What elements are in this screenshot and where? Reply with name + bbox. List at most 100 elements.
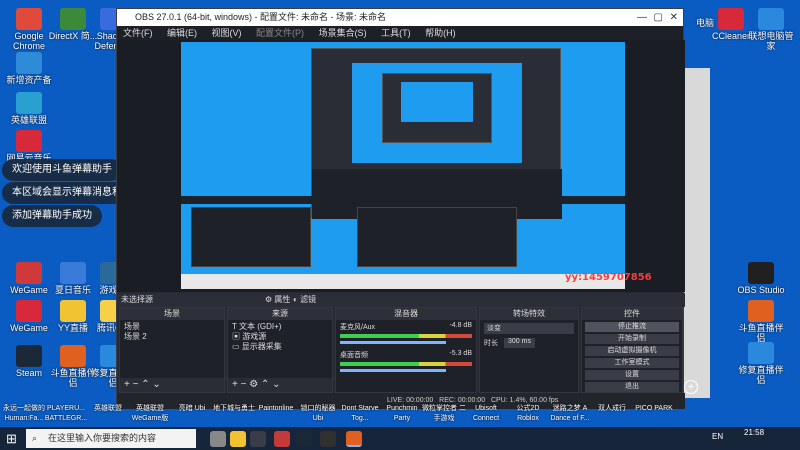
desktop-icon-label[interactable]: 永远一起做的 Human:Fa... (2, 404, 46, 424)
danmu-toast: 欢迎使用斗鱼弹幕助手 (2, 159, 122, 181)
nested-obs-window (311, 48, 562, 219)
up-icon[interactable]: ⌃ (141, 379, 149, 390)
app-icon (16, 92, 42, 114)
maximize-icon[interactable]: ▢ (654, 9, 663, 26)
desktop-icon[interactable]: OBS Studio (736, 262, 786, 295)
start-recording-button[interactable]: 开始录制 (585, 334, 679, 344)
title-bar: OBS 27.0.1 (64-bit, windows) - 配置文件: 未命名… (117, 9, 683, 26)
transition-select[interactable]: 淡变 (484, 323, 574, 334)
menu-edit[interactable]: 编辑(E) (167, 28, 197, 38)
obs-app-icon[interactable] (250, 431, 266, 447)
desktop-icon-label[interactable]: 迷路之梦 A Dance of F... (548, 404, 592, 424)
menu-scene-collection[interactable]: 场景集合(S) (319, 28, 367, 38)
app-icon (758, 8, 784, 30)
remove-icon[interactable]: − (133, 379, 139, 390)
app-icon (16, 130, 42, 152)
menu-file[interactable]: 文件(F) (123, 28, 153, 38)
desktop-icon-label[interactable]: 英雄联盟 WeGame版 (128, 404, 172, 424)
close-icon[interactable]: ✕ (670, 9, 678, 26)
source-item[interactable]: ▣ 游戏源 (232, 332, 328, 342)
desktop-icon[interactable]: 联想电脑管家 (746, 8, 796, 51)
track-name: 桌面音频 (340, 352, 368, 359)
desktop-icon[interactable]: 英雄联盟 (4, 92, 54, 125)
desktop-icon-label[interactable]: 双人成行 (590, 404, 634, 414)
source-item[interactable]: T 文本 (GDI+) (232, 322, 328, 332)
menu-view[interactable]: 视图(V) (212, 28, 242, 38)
menu-tools[interactable]: 工具(T) (381, 28, 411, 38)
windows-start-icon[interactable]: ⊞ (6, 431, 17, 447)
down-icon[interactable]: ⌄ (152, 379, 160, 390)
up-icon[interactable]: ⌃ (261, 379, 269, 390)
douyu-icon[interactable] (346, 431, 362, 447)
no-source-label: 未选择源 (121, 295, 153, 304)
task-view-icon[interactable] (210, 431, 226, 447)
minimize-icon[interactable]: — (637, 9, 647, 26)
desktop-icon-label[interactable]: Punchmin Party (380, 404, 424, 424)
desktop-icon-label[interactable]: PLAYERU... BATTLEGR... (44, 404, 88, 424)
app-icon (748, 342, 774, 364)
studio-mode-button[interactable]: 工作室模式 (585, 358, 679, 368)
desktop-icon-label: 修复直播伴侣 (738, 365, 784, 385)
desktop-icon-label[interactable]: PICO PARK (632, 404, 676, 414)
app-icon (16, 52, 42, 74)
scenes-panel: 场景 场景 场景 2 + − ⌃ ⌄ (119, 307, 225, 393)
desktop-icon-label[interactable]: 英雄联盟 (86, 404, 130, 414)
properties-button[interactable]: ⚙ 属性 (265, 293, 290, 307)
desktop-icon[interactable]: 斗鱼直播伴侣 (736, 300, 786, 343)
desktop-icon[interactable]: Steam (4, 345, 54, 378)
desktop-icon[interactable]: Google Chrome (4, 8, 54, 51)
file-explorer-icon[interactable] (230, 431, 246, 447)
remove-icon[interactable]: − (241, 379, 247, 390)
duration-input[interactable]: 300 ms (504, 338, 535, 348)
desktop-icon-label[interactable]: 公式2D Roblox (506, 404, 550, 424)
exit-button[interactable]: 退出 (585, 382, 679, 392)
text-source-icon: T (232, 322, 237, 331)
obs-studio-icon[interactable] (320, 431, 336, 447)
menu-help[interactable]: 帮助(H) (425, 28, 456, 38)
filters-button[interactable]: ◐ 滤镜 (293, 293, 316, 307)
search-input[interactable]: ⌕ 在这里输入你要搜索的内容 (26, 429, 196, 448)
obs-window: OBS 27.0.1 (64-bit, windows) - 配置文件: 未命名… (116, 8, 685, 409)
volume-slider[interactable] (340, 341, 446, 344)
desktop-icon[interactable]: WeGame (4, 300, 54, 333)
scene-item[interactable]: 场景 2 (124, 332, 220, 342)
desktop-icon-label[interactable]: 地下城与勇士 (212, 404, 256, 414)
down-icon[interactable]: ⌄ (272, 379, 280, 390)
clock[interactable]: 21:58 (744, 428, 764, 437)
add-icon[interactable]: + (684, 380, 698, 394)
desktop-icon-label[interactable]: 微粒掌控者 二手游戏 (422, 404, 466, 424)
desktop-icon[interactable]: WeGame (4, 262, 54, 295)
desktop-icon-label[interactable]: Paintonline (254, 404, 298, 414)
app-icon (16, 345, 42, 367)
track-name: 麦克风/Aux (340, 324, 376, 331)
settings-button[interactable]: 设置 (585, 370, 679, 380)
desktop-icon-label[interactable]: Ubisoft Connect (464, 404, 508, 424)
app-icon[interactable] (274, 431, 290, 447)
desktop-icon-label[interactable]: 电脑 (680, 18, 730, 28)
scene-item[interactable]: 场景 (124, 322, 220, 332)
preview-area[interactable] (117, 40, 685, 292)
add-icon[interactable]: + (232, 379, 238, 390)
source-item[interactable]: ▭ 显示器采集 (232, 342, 328, 352)
panel-title: 来源 (228, 308, 332, 320)
virtual-camera-button[interactable]: 启动虚拟摄像机 (585, 346, 679, 356)
controls-panel: 控件 停止推流 开始录制 启动虚拟摄像机 工作室模式 设置 退出 (581, 307, 683, 393)
stop-streaming-button[interactable]: 停止推流 (585, 322, 679, 332)
menu-bar: 文件(F) 编辑(E) 视图(V) 配置文件(P) 场景集合(S) 工具(T) … (117, 26, 683, 40)
desktop-icon-label[interactable]: Dont Starve Tog... (338, 404, 382, 424)
desktop-icon-label: 联想电脑管家 (748, 31, 794, 51)
panel-title: 场景 (120, 308, 224, 320)
desktop-icon-label[interactable]: 亮暗 Ubi (170, 404, 214, 414)
search-icon: ⌕ (32, 433, 38, 443)
desktop-icon[interactable]: 修复直播伴侣 (736, 342, 786, 385)
add-icon[interactable]: + (124, 379, 130, 390)
input-language[interactable]: EN (712, 432, 723, 441)
desktop-icon[interactable]: 新增资产备 (4, 52, 54, 85)
menu-profile[interactable]: 配置文件(P) (256, 28, 304, 38)
sources-panel: 来源 T 文本 (GDI+) ▣ 游戏源 ▭ 显示器采集 + − ⚙ ⌃ ⌄ (227, 307, 333, 393)
steam-icon[interactable] (296, 431, 312, 447)
volume-slider[interactable] (340, 369, 446, 372)
app-icon (60, 345, 86, 367)
desktop-icon-label[interactable]: 锁口的秘器 Ubi (296, 404, 340, 424)
gear-icon[interactable]: ⚙ (249, 379, 258, 390)
